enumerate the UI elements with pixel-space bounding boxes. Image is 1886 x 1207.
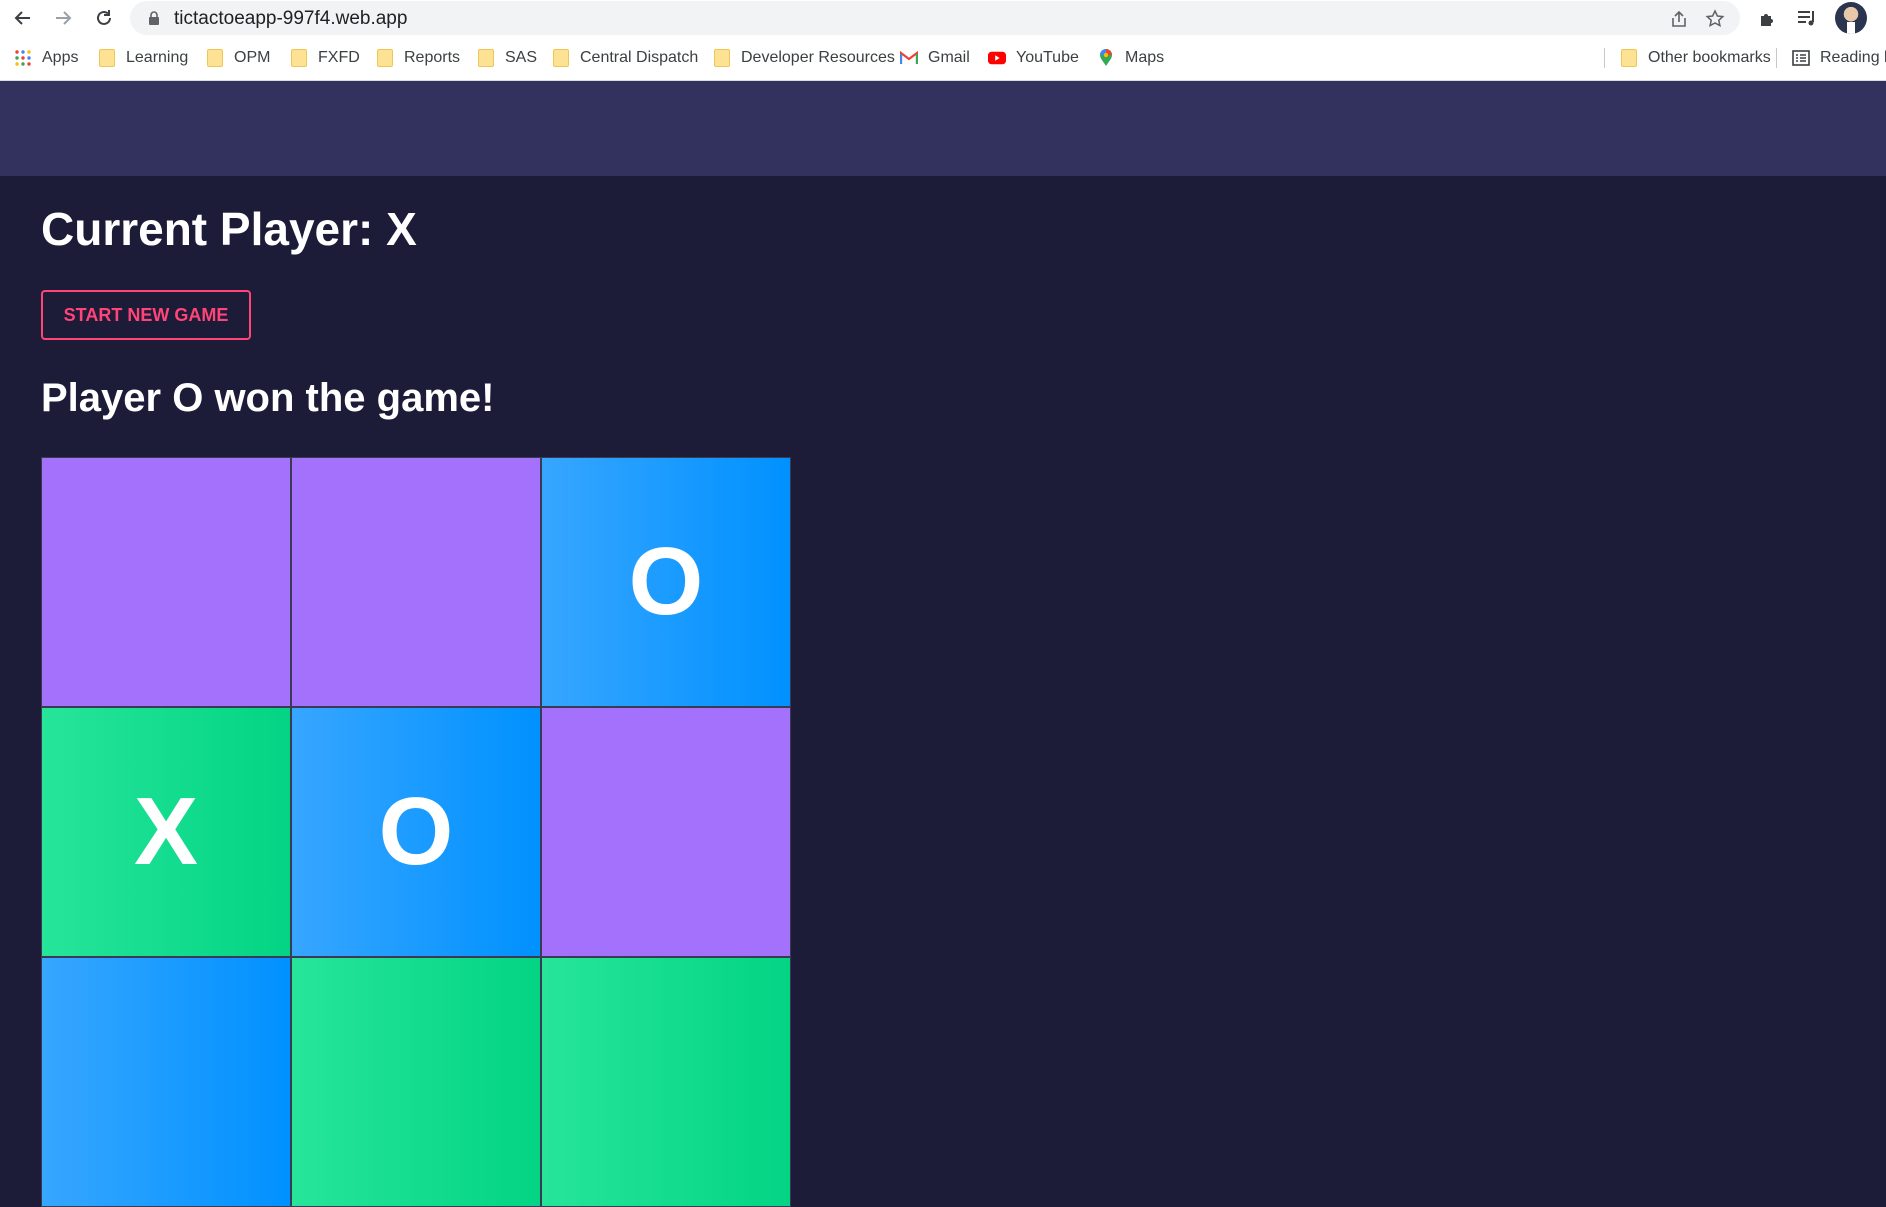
media-control-icon[interactable] — [1795, 6, 1819, 30]
bookmark-separator — [1604, 48, 1605, 68]
arrow-left-icon — [14, 11, 30, 25]
start-new-game-button[interactable]: START NEW GAME — [41, 290, 251, 340]
bookmark-label: SAS — [505, 49, 538, 66]
bookmark-label: Maps — [1125, 49, 1165, 66]
reading-list-button[interactable]: Reading li — [1792, 46, 1886, 70]
reload-button[interactable] — [91, 5, 117, 31]
bookmark-label: OPM — [234, 49, 271, 66]
bookmark-fxfd[interactable]: FXFD — [290, 46, 360, 70]
bookmark-maps[interactable]: Maps — [1097, 46, 1164, 70]
folder-icon — [552, 49, 570, 67]
bookmark-central-dispatch[interactable]: Central Dispatch — [552, 46, 698, 70]
back-button[interactable] — [10, 5, 36, 31]
bookmark-youtube[interactable]: YouTube — [988, 46, 1079, 70]
youtube-icon — [988, 49, 1006, 67]
star-icon[interactable] — [1704, 8, 1726, 30]
extensions-icon[interactable] — [1756, 6, 1780, 30]
folder-icon — [376, 49, 394, 67]
folder-icon — [477, 49, 495, 67]
bookmark-gmail[interactable]: Gmail — [900, 46, 970, 70]
bookmark-label: Other bookmarks — [1648, 49, 1771, 66]
folder-icon — [98, 49, 116, 67]
url-text: tictactoeapp-997f4.web.app — [174, 8, 408, 29]
bookmark-label: FXFD — [318, 49, 360, 66]
board-cell[interactable] — [541, 957, 791, 1207]
game-status-message: Player O won the game! — [41, 376, 495, 420]
apps-grid-icon — [14, 49, 32, 67]
lock-icon — [149, 11, 159, 25]
share-icon[interactable] — [1668, 8, 1690, 30]
maps-icon — [1097, 49, 1115, 67]
reading-list-icon — [1792, 49, 1810, 67]
reload-icon — [97, 10, 111, 25]
arrow-right-icon — [56, 11, 72, 25]
bookmark-label: YouTube — [1016, 49, 1079, 66]
bookmark-sas[interactable]: SAS — [477, 46, 537, 70]
forward-button[interactable] — [50, 5, 76, 31]
bookmark-opm[interactable]: OPM — [206, 46, 270, 70]
browser-toolbar: tictactoeapp-997f4.web.app — [0, 0, 1886, 36]
bookmark-label: Gmail — [928, 49, 970, 66]
board-cell[interactable] — [41, 957, 291, 1207]
bookmark-other-bookmarks[interactable]: Other bookmarks — [1620, 46, 1771, 70]
board-cell[interactable] — [541, 707, 791, 957]
profile-avatar[interactable] — [1835, 2, 1867, 34]
bookmark-label: Reading li — [1820, 49, 1886, 66]
bookmark-learning[interactable]: Learning — [98, 46, 188, 70]
game-board: O X O — [41, 457, 791, 1207]
bookmark-label: Apps — [42, 49, 79, 66]
board-cell[interactable] — [291, 957, 541, 1207]
bookmark-apps[interactable]: Apps — [14, 46, 78, 70]
bookmark-separator — [1776, 48, 1777, 68]
bookmark-developer-resources[interactable]: Developer Resources — [713, 46, 895, 70]
bookmark-reports[interactable]: Reports — [376, 46, 460, 70]
app-header-bar — [0, 81, 1886, 176]
bookmark-label: Developer Resources — [741, 49, 895, 66]
bookmark-label: Central Dispatch — [580, 49, 699, 66]
board-cell[interactable]: O — [541, 457, 791, 707]
folder-icon — [713, 49, 731, 67]
address-bar[interactable]: tictactoeapp-997f4.web.app — [130, 1, 1740, 35]
bookmarks-bar: Apps Learning OPM FXFD Reports SAS Centr… — [0, 36, 1886, 81]
bookmark-label: Reports — [404, 49, 461, 66]
bookmark-label: Learning — [126, 49, 189, 66]
folder-icon — [1620, 49, 1638, 67]
folder-icon — [206, 49, 224, 67]
folder-icon — [290, 49, 308, 67]
current-player-heading: Current Player: X — [41, 203, 417, 255]
board-cell[interactable]: O — [291, 707, 541, 957]
board-cell[interactable]: X — [41, 707, 291, 957]
gmail-icon — [900, 49, 918, 67]
board-cell[interactable] — [41, 457, 291, 707]
board-cell[interactable] — [291, 457, 541, 707]
